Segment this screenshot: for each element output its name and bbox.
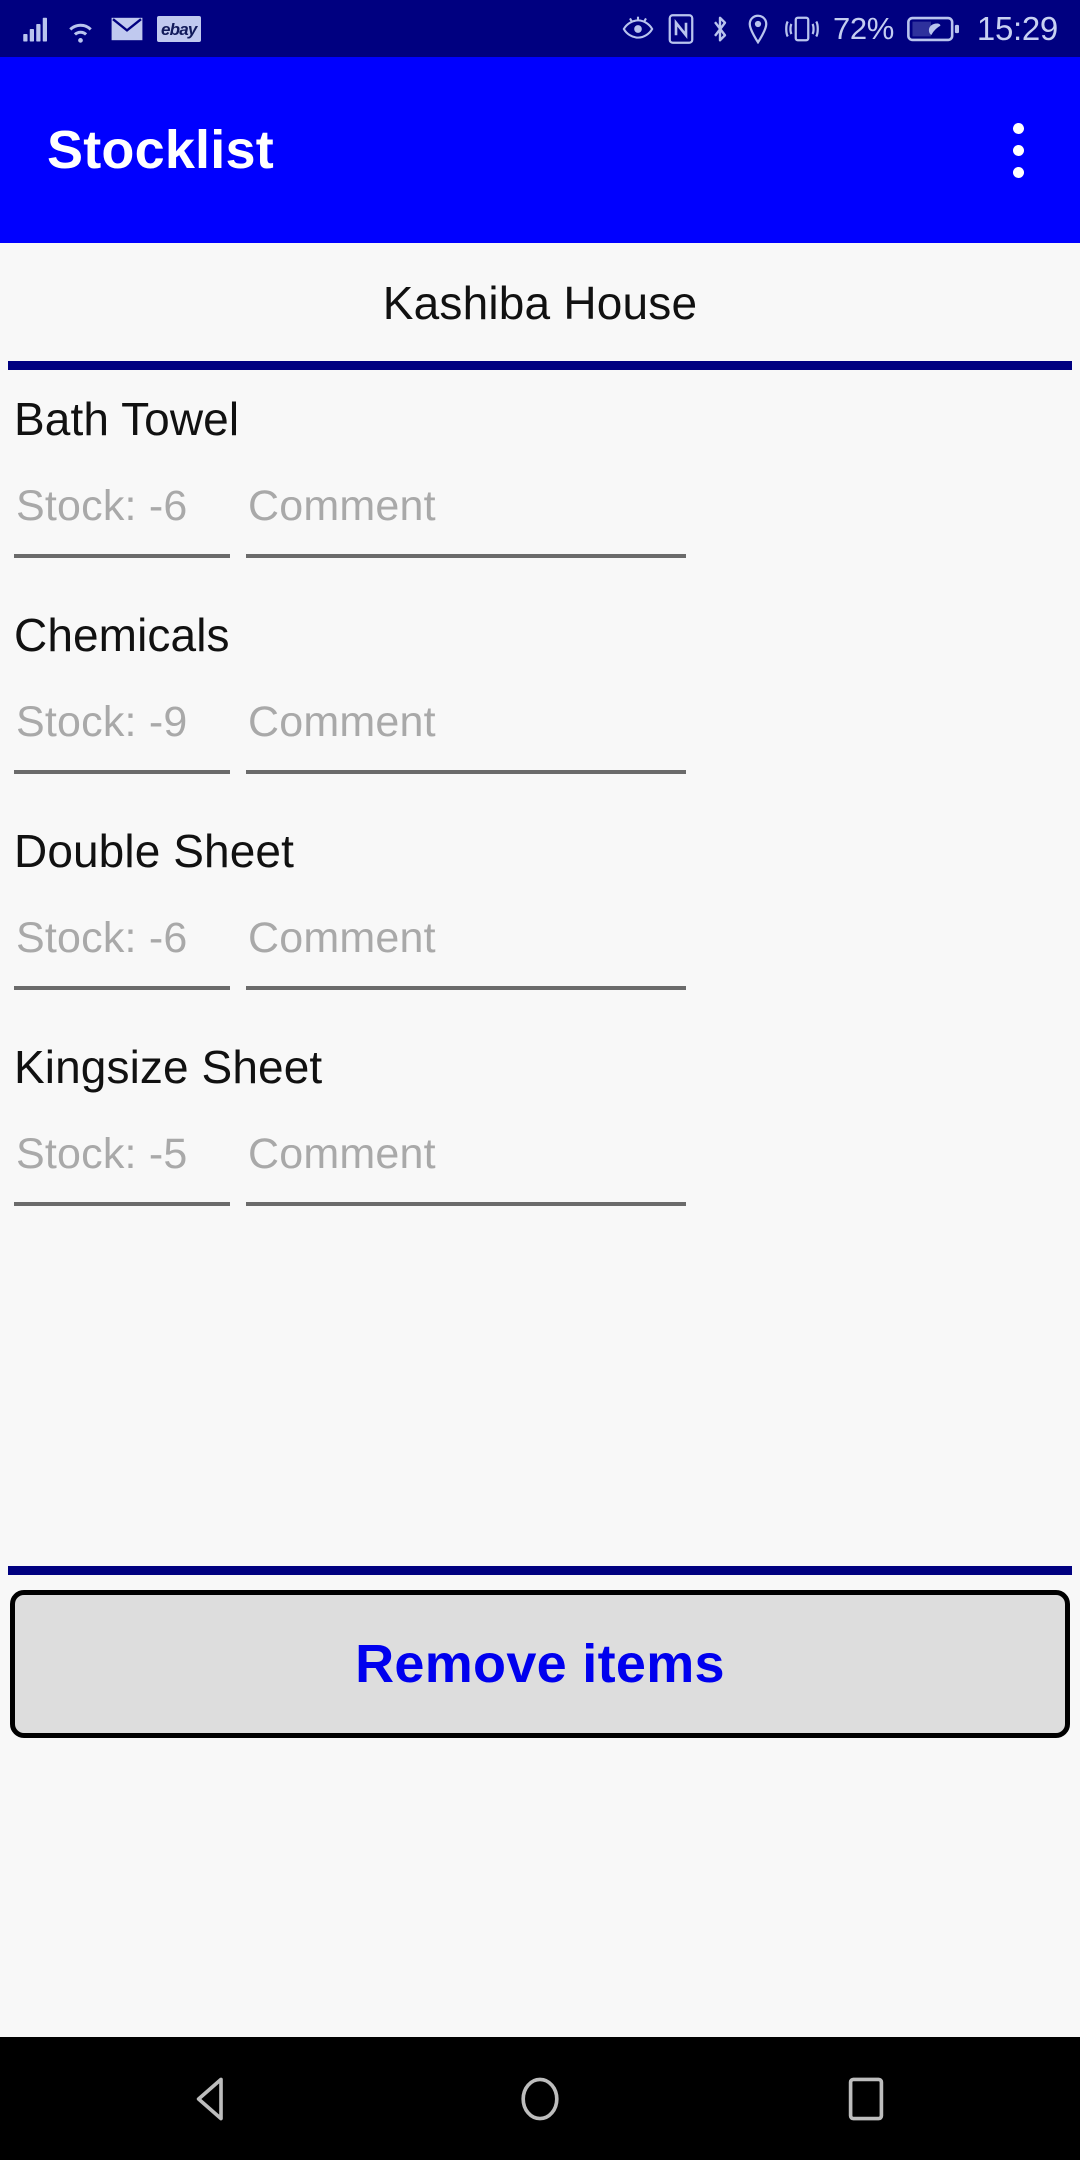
stock-placeholder: Stock: -9 bbox=[16, 698, 188, 746]
home-icon[interactable] bbox=[485, 2044, 595, 2154]
tab-strip: Kashiba House bbox=[0, 243, 1080, 370]
list-item: Bath Towel Stock: -6 Comment bbox=[0, 370, 1080, 586]
comment-placeholder: Comment bbox=[248, 1130, 436, 1178]
item-name-label: Kingsize Sheet bbox=[14, 1041, 323, 1093]
nfc-icon bbox=[667, 13, 695, 44]
stock-input[interactable]: Stock: -9 bbox=[14, 698, 230, 774]
page-title: Stocklist bbox=[47, 120, 274, 180]
status-bar-left: ebay bbox=[22, 14, 201, 44]
comment-input[interactable]: Comment bbox=[246, 1130, 686, 1206]
item-fields: Stock: -6 Comment bbox=[14, 914, 686, 990]
comment-input[interactable]: Comment bbox=[246, 698, 686, 774]
status-bar-right: 72% 15:29 bbox=[622, 10, 1058, 48]
battery-saver-icon bbox=[906, 15, 959, 43]
remove-items-button[interactable]: Remove items bbox=[10, 1590, 1070, 1738]
list-item: Double Sheet Stock: -6 Comment bbox=[0, 802, 1080, 1018]
comment-placeholder: Comment bbox=[248, 698, 436, 746]
stock-input[interactable]: Stock: -6 bbox=[14, 914, 230, 990]
ebay-icon: ebay bbox=[157, 15, 201, 42]
item-fields: Stock: -5 Comment bbox=[14, 1130, 686, 1206]
item-name-label: Chemicals bbox=[14, 609, 230, 661]
item-fields: Stock: -6 Comment bbox=[14, 482, 686, 558]
menu-dot bbox=[1012, 122, 1024, 134]
app-bar: Stocklist bbox=[0, 57, 1080, 243]
recent-apps-icon[interactable] bbox=[811, 2044, 921, 2154]
system-navigation-bar bbox=[0, 2037, 1080, 2160]
item-name-label: Double Sheet bbox=[14, 825, 294, 877]
stock-placeholder: Stock: -5 bbox=[16, 1130, 188, 1178]
comment-input[interactable]: Comment bbox=[246, 914, 686, 990]
wifi-icon bbox=[64, 14, 97, 44]
phone-screen: ebay 72% 15:29 Stocklist Kashiba House B… bbox=[0, 0, 1080, 2160]
signal-bars-icon bbox=[22, 14, 52, 44]
menu-dot bbox=[1012, 144, 1024, 156]
comment-placeholder: Comment bbox=[248, 482, 436, 530]
comment-placeholder: Comment bbox=[248, 914, 436, 962]
tab-label: Kashiba House bbox=[382, 276, 698, 329]
stock-input[interactable]: Stock: -6 bbox=[14, 482, 230, 558]
stock-placeholder: Stock: -6 bbox=[16, 482, 188, 530]
status-bar: ebay 72% 15:29 bbox=[0, 0, 1080, 57]
email-icon bbox=[109, 15, 145, 43]
vibrate-icon bbox=[784, 14, 820, 44]
stock-input[interactable]: Stock: -5 bbox=[14, 1130, 230, 1206]
stock-item-list: Bath Towel Stock: -6 Comment Chemicals S… bbox=[0, 370, 1080, 1234]
stock-placeholder: Stock: -6 bbox=[16, 914, 188, 962]
item-name-label: Bath Towel bbox=[14, 393, 240, 445]
battery-percent-label: 72% bbox=[833, 10, 894, 46]
item-fields: Stock: -9 Comment bbox=[14, 698, 686, 774]
overflow-menu-icon[interactable] bbox=[986, 110, 1050, 190]
clock-label: 15:29 bbox=[976, 9, 1058, 47]
comment-input[interactable]: Comment bbox=[246, 482, 686, 558]
footer-divider bbox=[8, 1566, 1072, 1575]
list-item: Chemicals Stock: -9 Comment bbox=[0, 586, 1080, 802]
remove-items-button-label: Remove items bbox=[355, 1634, 725, 1694]
eye-comfort-icon bbox=[622, 15, 654, 43]
bluetooth-icon bbox=[708, 14, 732, 44]
location-icon bbox=[745, 14, 771, 44]
menu-dot bbox=[1012, 166, 1024, 178]
tab-kashiba-house[interactable]: Kashiba House bbox=[0, 243, 1080, 362]
back-icon[interactable] bbox=[159, 2044, 269, 2154]
tab-indicator bbox=[8, 361, 1072, 370]
list-item: Kingsize Sheet Stock: -5 Comment bbox=[0, 1018, 1080, 1234]
